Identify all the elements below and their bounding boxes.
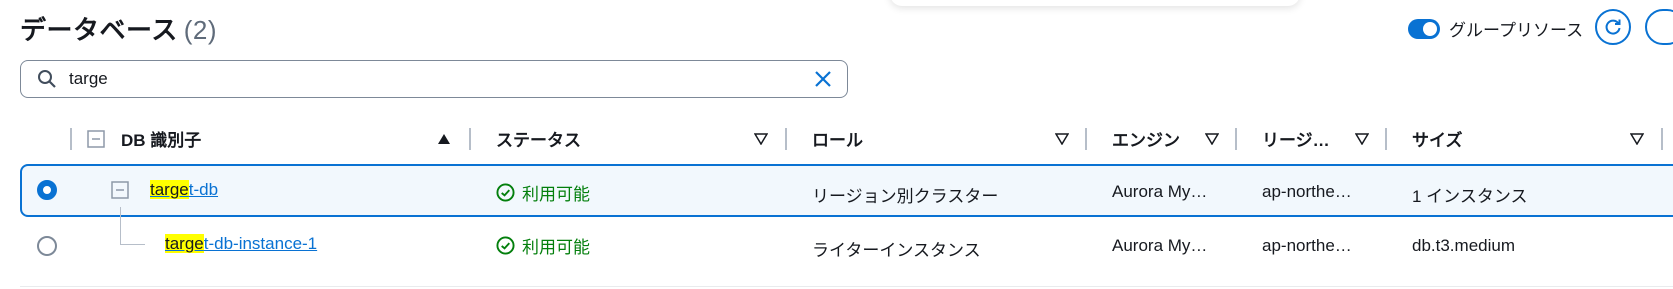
refresh-icon — [1605, 19, 1621, 35]
size-cell: db.t3.medium — [1412, 236, 1515, 255]
page-title: データベース (2) — [20, 10, 217, 47]
row-select-radio[interactable] — [37, 236, 57, 256]
search-match-highlight: targe — [165, 234, 204, 253]
sort-icon[interactable] — [1205, 133, 1219, 145]
search-field[interactable] — [20, 60, 848, 98]
column-header-engine[interactable]: エンジン — [1112, 118, 1180, 158]
group-resources-label: グループリソース — [1449, 21, 1584, 40]
column-header-db-identifier[interactable]: DB 識別子 — [121, 118, 201, 158]
check-circle-icon — [496, 183, 515, 202]
tree-connector — [120, 207, 121, 245]
engine-cell: Aurora My… — [1112, 236, 1208, 255]
sort-ascending-icon[interactable] — [437, 133, 451, 145]
status-badge: 利用可能 — [496, 233, 590, 258]
sort-icon[interactable] — [1630, 133, 1644, 145]
status-badge: 利用可能 — [496, 180, 590, 205]
group-resources-toggle[interactable]: グループリソース — [1408, 16, 1583, 41]
column-header-size[interactable]: サイズ — [1412, 118, 1463, 158]
column-header-region[interactable]: リージ… — [1262, 118, 1330, 158]
popover-edge — [890, 0, 1300, 6]
sort-icon[interactable] — [1355, 133, 1369, 145]
column-separator — [70, 128, 72, 150]
sort-icon[interactable] — [1055, 133, 1069, 145]
column-separator — [1661, 128, 1663, 150]
column-separator — [1235, 128, 1237, 150]
collapse-all-icon[interactable] — [87, 130, 105, 148]
search-input[interactable] — [67, 68, 771, 90]
engine-cell: Aurora My… — [1112, 182, 1208, 201]
db-identifier-link[interactable]: target-db-instance-1 — [165, 234, 317, 254]
row-select-radio[interactable] — [37, 180, 57, 200]
refresh-button[interactable] — [1595, 9, 1631, 45]
role-cell: ライターインスタンス — [812, 241, 981, 260]
tree-connector — [120, 244, 145, 245]
row-divider — [20, 286, 1673, 287]
column-separator — [469, 128, 471, 150]
region-cell: ap-northe… — [1262, 182, 1352, 201]
sort-icon[interactable] — [754, 133, 768, 145]
role-cell: リージョン別クラスター — [812, 187, 999, 206]
column-header-role[interactable]: ロール — [812, 118, 863, 158]
resource-count: (2) — [183, 15, 217, 45]
db-identifier-link[interactable]: target-db — [150, 180, 218, 200]
column-header-status[interactable]: ステータス — [496, 118, 581, 158]
search-icon — [38, 70, 56, 88]
clear-icon[interactable] — [813, 69, 833, 89]
column-separator — [785, 128, 787, 150]
search-match-highlight: targe — [150, 180, 189, 199]
region-cell: ap-northe… — [1262, 236, 1352, 255]
title-text: データベース — [20, 15, 178, 45]
column-separator — [1085, 128, 1087, 150]
check-circle-icon — [496, 236, 515, 255]
collapse-row-icon[interactable] — [111, 181, 129, 199]
more-actions-button[interactable] — [1645, 9, 1673, 45]
size-cell: 1 インスタンス — [1412, 187, 1528, 206]
toggle-switch[interactable] — [1408, 18, 1440, 39]
column-separator — [1385, 128, 1387, 150]
